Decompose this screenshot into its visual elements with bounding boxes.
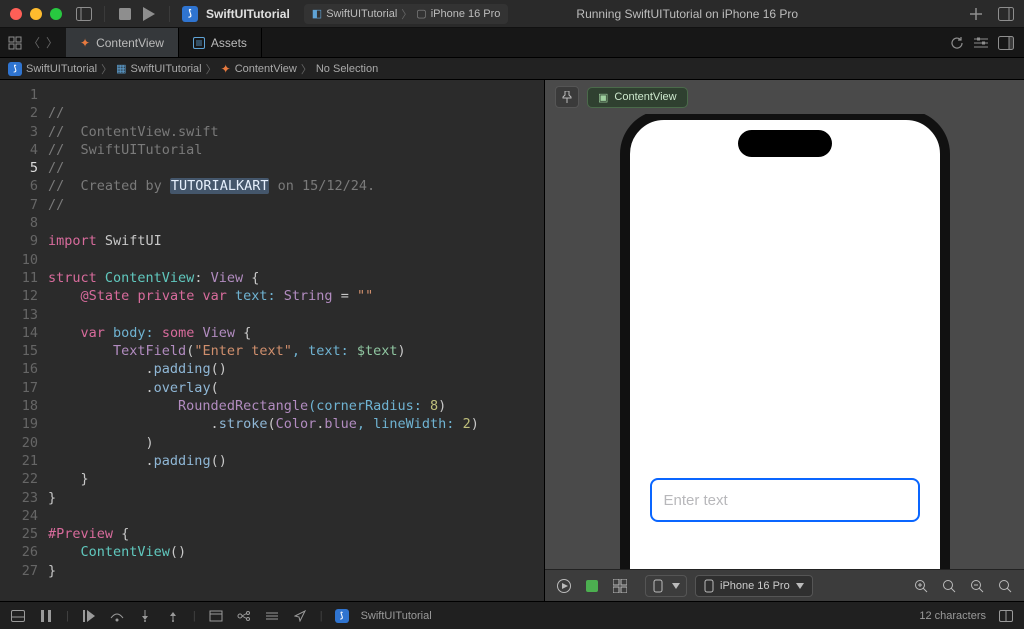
scheme-selector[interactable]: ◧ SwiftUITutorial 〉 ▢ iPhone 16 Pro	[304, 4, 509, 24]
preview-canvas: ▣ ContentView Enter text	[545, 80, 1024, 601]
jump-selection[interactable]: No Selection	[316, 63, 378, 75]
project-name: SwiftUITutorial	[206, 7, 290, 21]
memory-graph-icon[interactable]	[236, 608, 252, 624]
pause-icon[interactable]	[38, 608, 54, 624]
preview-label: ContentView	[614, 91, 676, 103]
tab-label: Assets	[211, 36, 247, 50]
textfield-placeholder: Enter text	[664, 492, 728, 509]
selected-text: TUTORIALKART	[170, 178, 270, 194]
destination-label: iPhone 16 Pro	[431, 8, 501, 20]
process-icon: ⟆	[335, 609, 349, 623]
zoom-in-icon[interactable]	[996, 577, 1014, 595]
swift-file-icon: ✦	[221, 62, 231, 76]
folder-icon: ▦	[116, 62, 126, 75]
stop-button-icon[interactable]	[117, 6, 133, 22]
scheme-label: SwiftUITutorial	[326, 8, 397, 20]
device-settings-button[interactable]	[645, 575, 687, 597]
process-name[interactable]: SwiftUITutorial	[361, 610, 432, 622]
asset-catalog-icon	[193, 37, 205, 49]
env-overrides-icon[interactable]	[264, 608, 280, 624]
toggle-inspector-icon[interactable]	[998, 36, 1014, 50]
preview-content: Enter text	[630, 120, 940, 569]
device-selector[interactable]: iPhone 16 Pro	[695, 575, 813, 597]
tab-contentview[interactable]: ✦ ContentView	[66, 28, 179, 57]
canvas-toolbar: ▣ ContentView	[545, 80, 1024, 114]
step-out-icon[interactable]	[165, 608, 181, 624]
variants-icon[interactable]	[611, 577, 629, 595]
line-gutter: 1234567891011121314151617181920212223242…	[0, 80, 48, 601]
jump-group[interactable]: SwiftUITutorial	[131, 63, 202, 75]
tab-bar: 〈 〉 ✦ ContentView Assets	[0, 28, 1024, 58]
continue-icon[interactable]	[81, 608, 97, 624]
step-over-icon[interactable]	[109, 608, 125, 624]
device-bezel: Enter text	[620, 114, 950, 569]
canvas-viewport[interactable]: Enter text	[545, 114, 1024, 569]
toggle-variables-view-icon[interactable]	[998, 608, 1014, 624]
jump-file[interactable]: ContentView	[235, 63, 297, 75]
main-split: 1234567891011121314151617181920212223242…	[0, 80, 1024, 601]
close-window-button[interactable]	[10, 8, 22, 20]
nav-back-icon[interactable]: 〈	[28, 34, 40, 51]
project-icon: ⟆	[182, 6, 198, 22]
character-count: 12 characters	[919, 610, 986, 622]
source-editor[interactable]: 1234567891011121314151617181920212223242…	[0, 80, 545, 601]
library-icon[interactable]	[998, 6, 1014, 22]
jump-bar[interactable]: ⟆ SwiftUITutorial 〉 ▦ SwiftUITutorial 〉 …	[0, 58, 1024, 80]
window-controls	[10, 8, 62, 20]
add-button-icon[interactable]	[968, 6, 984, 22]
toggle-debug-area-icon[interactable]	[10, 608, 26, 624]
minimize-window-button[interactable]	[30, 8, 42, 20]
project-icon: ⟆	[8, 62, 22, 76]
preview-selector[interactable]: ▣ ContentView	[587, 87, 688, 108]
jump-project[interactable]: SwiftUITutorial	[26, 63, 97, 75]
toggle-navigator-icon[interactable]	[76, 6, 92, 22]
selectable-icon[interactable]	[583, 577, 601, 595]
zoom-out-icon[interactable]	[940, 577, 958, 595]
code-area[interactable]: // // ContentView.swift // SwiftUITutori…	[48, 80, 479, 601]
zoom-window-button[interactable]	[50, 8, 62, 20]
canvas-footer: iPhone 16 Pro	[545, 569, 1024, 601]
pin-preview-button[interactable]	[555, 86, 579, 108]
preview-struct-icon: ▣	[598, 91, 608, 104]
adjust-editor-icon[interactable]	[974, 37, 988, 49]
debug-bar: | | | ⟆ SwiftUITutorial 12 characters	[0, 601, 1024, 629]
run-button-icon[interactable]	[141, 6, 157, 22]
titlebar: ⟆ SwiftUITutorial ◧ SwiftUITutorial 〉 ▢ …	[0, 0, 1024, 28]
live-preview-icon[interactable]	[555, 577, 573, 595]
swift-file-icon: ✦	[80, 36, 90, 50]
debug-view-icon[interactable]	[208, 608, 224, 624]
step-into-icon[interactable]	[137, 608, 153, 624]
tab-assets[interactable]: Assets	[179, 28, 262, 57]
refresh-icon[interactable]	[950, 36, 964, 50]
related-items-icon[interactable]	[8, 36, 22, 50]
nav-forward-icon[interactable]: 〉	[46, 34, 58, 51]
tab-label: ContentView	[96, 36, 164, 50]
location-icon[interactable]	[292, 608, 308, 624]
zoom-fit-icon[interactable]	[912, 577, 930, 595]
preview-textfield[interactable]: Enter text	[650, 478, 920, 522]
zoom-100-icon[interactable]	[968, 577, 986, 595]
device-label: iPhone 16 Pro	[720, 580, 790, 592]
activity-status: Running SwiftUITutorial on iPhone 16 Pro	[576, 7, 798, 21]
